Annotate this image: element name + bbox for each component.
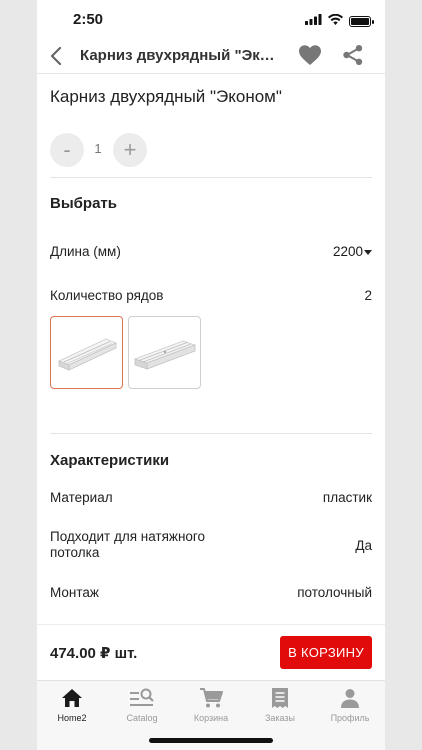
tab-label: Корзина (193, 713, 229, 723)
signal-icon (305, 12, 322, 30)
status-icons (305, 12, 374, 30)
specs-section-title: Характеристики (50, 452, 170, 469)
curtain-rail-image (133, 340, 196, 370)
quantity-decrease-button[interactable]: - (50, 133, 84, 167)
rows-count-value: 2 (364, 288, 372, 303)
status-bar: 2:50 (37, 0, 385, 38)
quantity-increase-button[interactable]: + (113, 133, 147, 167)
spec-value: пластик (322, 490, 372, 505)
product-title: Карниз двухрядный "Эконом" (50, 87, 282, 106)
tab-home[interactable]: Home2 (42, 687, 102, 727)
nav-title: Карниз двухрядный "Эконом" (80, 47, 280, 64)
tab-profile[interactable]: Профиль (320, 687, 380, 727)
tab-orders[interactable]: Заказы (250, 687, 310, 727)
chevron-down-icon[interactable] (364, 250, 372, 255)
share-icon[interactable] (342, 44, 364, 71)
heart-icon[interactable] (298, 44, 322, 71)
divider (50, 433, 372, 434)
nav-bar: Карниз двухрядный "Эконом" (37, 38, 385, 74)
wifi-icon (328, 12, 343, 30)
tab-label: Профиль (330, 713, 370, 723)
cart-icon (181, 687, 241, 709)
product-screen: 2:50 Карниз двухрядный "Эконом" Карниз д… (37, 0, 385, 750)
spec-label: Подходит для натяжного потолка (50, 529, 206, 560)
home-indicator (149, 738, 273, 743)
spec-value: потолочный (297, 585, 372, 600)
select-section-title: Выбрать (50, 195, 117, 212)
tab-cart[interactable]: Корзина (181, 687, 241, 727)
back-icon[interactable] (45, 44, 67, 68)
curtain-rail-image (57, 338, 117, 371)
battery-icon (349, 15, 374, 27)
catalog-search-icon (112, 687, 172, 709)
tab-label: Catalog (126, 713, 158, 723)
price-label: 474.00 ₽ шт. (50, 645, 138, 662)
rows-count-label: Количество рядов (50, 288, 164, 303)
quantity-value: 1 (94, 141, 102, 156)
variant-swatch-2[interactable] (128, 316, 201, 389)
tab-catalog[interactable]: Catalog (112, 687, 172, 727)
receipt-icon (250, 687, 310, 709)
length-label: Длина (мм) (50, 244, 121, 259)
purchase-bar: 474.00 ₽ шт. В КОРЗИНУ (37, 624, 385, 680)
variant-swatch-1[interactable] (50, 316, 123, 389)
profile-icon (320, 687, 380, 709)
length-select[interactable]: 2200 (333, 244, 363, 259)
spec-value: Да (355, 538, 372, 553)
tab-label: Home2 (57, 713, 87, 723)
home-icon (42, 687, 102, 709)
spec-label: Монтаж (50, 585, 99, 600)
add-to-cart-button[interactable]: В КОРЗИНУ (280, 636, 372, 669)
tab-label: Заказы (264, 713, 296, 723)
spec-label: Материал (50, 490, 113, 505)
divider (50, 177, 372, 178)
status-time: 2:50 (73, 11, 104, 28)
